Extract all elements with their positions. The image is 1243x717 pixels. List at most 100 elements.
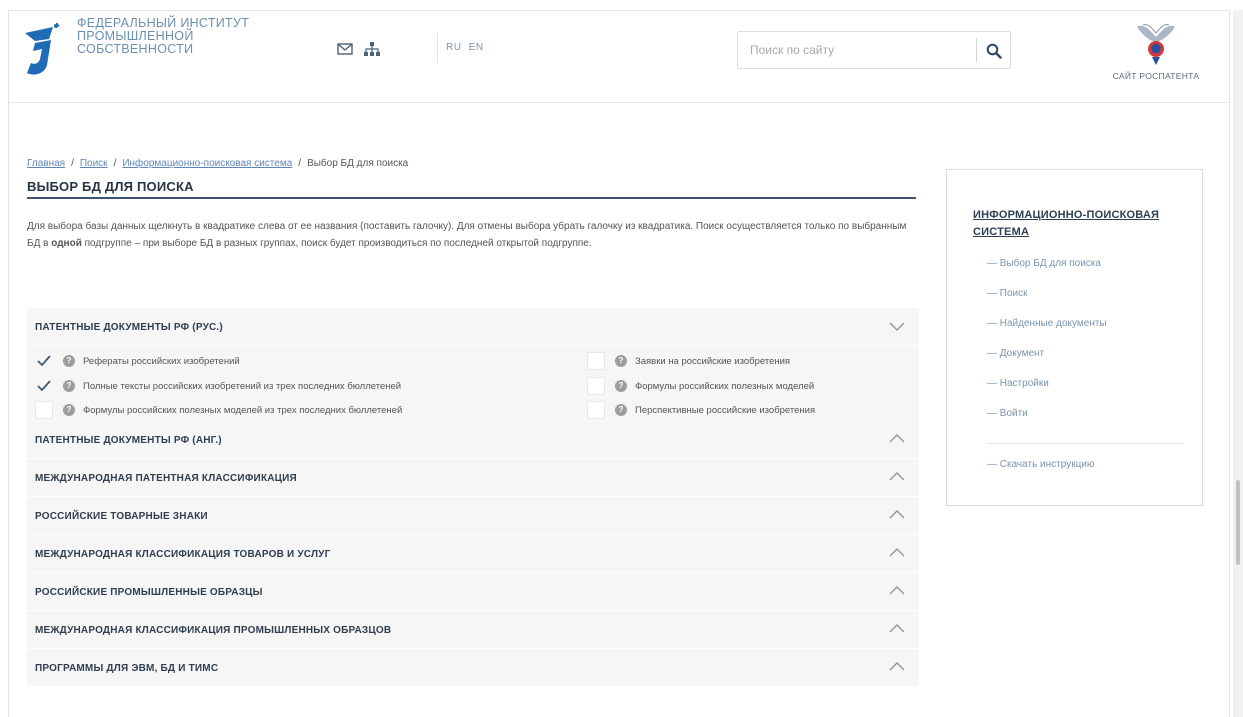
chevron-up-icon[interactable] (889, 471, 905, 483)
help-icon[interactable]: ? (63, 404, 75, 416)
section-title: РОССИЙСКИЕ ПРОМЫШЛЕННЫЕ ОБРАЗЦЫ (35, 587, 263, 598)
lang-ru-link[interactable]: RU (446, 42, 461, 53)
sidebar-list: — Выбор БД для поиска — Поиск — Найденны… (987, 257, 1107, 437)
org-name-line-3: СОБСТВЕННОСТИ (77, 42, 194, 56)
section-title: ПАТЕНТНЫЕ ДОКУМЕНТЫ РФ (РУС.) (35, 322, 223, 333)
breadcrumb-ips-link[interactable]: Информационно-поисковая система (122, 158, 292, 169)
rospatent-link[interactable]: САЙТ РОСПАТЕНТА (1097, 19, 1215, 99)
section-header[interactable]: РОССИЙСКИЕ ПРОМЫШЛЕННЫЕ ОБРАЗЦЫ (27, 573, 919, 611)
sidebar-item-found-docs[interactable]: — Найденные документы (987, 317, 1107, 347)
site-header: ФЕДЕРАЛЬНЫЙ ИНСТИТУТ ПРОМЫШЛЕННОЙ СОБСТВ… (9, 11, 1229, 103)
sidebar-divider (987, 443, 1183, 444)
check-icon (37, 380, 51, 392)
db-item[interactable]: ? Формулы российских полезных моделей из… (35, 401, 402, 419)
db-item-label: Формулы российских полезных моделей из т… (83, 404, 403, 416)
checkbox-unchecked[interactable] (587, 352, 605, 370)
section-title: МЕЖДУНАРОДНАЯ КЛАССИФИКАЦИЯ ПРОМЫШЛЕННЫХ… (35, 625, 392, 636)
help-icon[interactable]: ? (63, 355, 75, 367)
breadcrumb-current: Выбор БД для поиска (307, 158, 409, 169)
search-input[interactable] (738, 32, 970, 68)
db-item[interactable]: ? Перспективные российские изобретения (587, 401, 815, 419)
intro-part-2: подгруппе – при выборе БД в разных групп… (81, 238, 592, 249)
site-search (737, 31, 1011, 69)
chevron-up-icon[interactable] (889, 433, 905, 445)
checkbox-checked[interactable] (35, 377, 53, 395)
section-header[interactable]: ПРОГРАММЫ ДЛЯ ЭВМ, БД И ТИМС (27, 649, 919, 687)
db-item-label: Формулы российских полезных моделей (635, 380, 815, 392)
sidebar-item-search[interactable]: — Поиск (987, 287, 1107, 317)
intro-bold: одной (51, 238, 82, 249)
language-switcher: RU EN (446, 42, 488, 53)
breadcrumb: Главная / Поиск / Информационно-поисковая си… (27, 158, 409, 169)
chevron-up-icon[interactable] (889, 585, 905, 597)
sidebar-item-db-select[interactable]: — Выбор БД для поиска (987, 257, 1107, 287)
section-title: МЕЖДУНАРОДНАЯ ПАТЕНТНАЯ КЛАССИФИКАЦИЯ (35, 473, 297, 484)
checkbox-unchecked[interactable] (35, 401, 53, 419)
chevron-up-icon[interactable] (889, 509, 905, 521)
breadcrumb-home-link[interactable]: Главная (27, 158, 65, 169)
checkbox-unchecked[interactable] (587, 377, 605, 395)
db-item-label: Заявки на российские изобретения (635, 355, 791, 367)
sidebar-title-link[interactable]: ИНФОРМАЦИОННО-ПОИСКОВАЯ СИСТЕМА (973, 207, 1183, 241)
section-title: ПАТЕНТНЫЕ ДОКУМЕНТЫ РФ (АНГ.) (35, 435, 222, 446)
chevron-down-icon[interactable] (889, 320, 905, 332)
section-locarno-classification: МЕЖДУНАРОДНАЯ КЛАССИФИКАЦИЯ ПРОМЫШЛЕННЫХ… (27, 611, 919, 649)
section-title: МЕЖДУНАРОДНАЯ КЛАССИФИКАЦИЯ ТОВАРОВ И УС… (35, 549, 331, 560)
section-header[interactable]: ПАТЕНТНЫЕ ДОКУМЕНТЫ РФ (АНГ.) (27, 421, 919, 459)
db-item-label: Перспективные российские изобретения (635, 404, 816, 416)
fips-logo[interactable] (23, 23, 65, 77)
section-header[interactable]: МЕЖДУНАРОДНАЯ ПАТЕНТНАЯ КЛАССИФИКАЦИЯ (27, 459, 919, 497)
section-header[interactable]: РОССИЙСКИЕ ТОВАРНЫЕ ЗНАКИ (27, 497, 919, 535)
lang-en-link[interactable]: EN (469, 42, 484, 53)
sidebar-item-settings[interactable]: — Настройки (987, 377, 1107, 407)
search-icon (986, 43, 1002, 59)
section-title: РОССИЙСКИЕ ТОВАРНЫЕ ЗНАКИ (35, 511, 208, 522)
db-item[interactable]: ? Рефераты российских изобретений (35, 352, 240, 370)
sidebar-download-instructions[interactable]: — Скачать инструкцию (987, 459, 1094, 470)
db-accordion: ПАТЕНТНЫЕ ДОКУМЕНТЫ РФ (РУС.) ? Рефераты… (27, 308, 919, 687)
section-patent-rf-eng: ПАТЕНТНЫЕ ДОКУМЕНТЫ РФ (АНГ.) (27, 421, 919, 459)
sidebar-item-login[interactable]: — Войти (987, 407, 1107, 437)
help-icon[interactable]: ? (615, 380, 627, 392)
db-item-label: Полные тексты российских изобретений из … (83, 380, 402, 392)
lang-divider (437, 33, 438, 63)
checkbox-unchecked[interactable] (587, 401, 605, 419)
scrollbar-thumb[interactable] (1236, 480, 1240, 565)
page-frame: ФЕДЕРАЛЬНЫЙ ИНСТИТУТ ПРОМЫШЛЕННОЙ СОБСТВ… (8, 10, 1230, 717)
rospatent-emblem-icon (1137, 24, 1175, 65)
checkbox-checked[interactable] (35, 352, 53, 370)
mail-icon[interactable] (336, 41, 354, 57)
search-divider (976, 38, 977, 62)
chevron-up-icon[interactable] (889, 547, 905, 559)
scrollbar-track[interactable] (1233, 10, 1243, 717)
section-industrial-designs: РОССИЙСКИЕ ПРОМЫШЛЕННЫЕ ОБРАЗЦЫ (27, 573, 919, 611)
help-icon[interactable]: ? (63, 380, 75, 392)
section-header[interactable]: МЕЖДУНАРОДНАЯ КЛАССИФИКАЦИЯ ТОВАРОВ И УС… (27, 535, 919, 573)
db-item[interactable]: ? Заявки на российские изобретения (587, 352, 790, 370)
breadcrumb-search-link[interactable]: Поиск (80, 158, 108, 169)
chevron-up-icon[interactable] (889, 661, 905, 673)
db-item[interactable]: ? Полные тексты российских изобретений и… (35, 377, 401, 395)
title-underline (27, 197, 916, 199)
section-software-db-tims: ПРОГРАММЫ ДЛЯ ЭВМ, БД И ТИМС (27, 649, 919, 687)
section-nice-classification: МЕЖДУНАРОДНАЯ КЛАССИФИКАЦИЯ ТОВАРОВ И УС… (27, 535, 919, 573)
help-icon[interactable]: ? (615, 404, 627, 416)
section-ipc: МЕЖДУНАРОДНАЯ ПАТЕНТНАЯ КЛАССИФИКАЦИЯ (27, 459, 919, 497)
intro-text: Для выбора базы данных щелкнуть в квадра… (27, 218, 919, 252)
help-icon[interactable]: ? (615, 355, 627, 367)
section-trademarks: РОССИЙСКИЕ ТОВАРНЫЕ ЗНАКИ (27, 497, 919, 535)
section-header[interactable]: ПАТЕНТНЫЕ ДОКУМЕНТЫ РФ (РУС.) (27, 308, 919, 346)
sidebar-nav: ИНФОРМАЦИОННО-ПОИСКОВАЯ СИСТЕМА — Выбор … (946, 169, 1203, 506)
section-title: ПРОГРАММЫ ДЛЯ ЭВМ, БД И ТИМС (35, 663, 219, 674)
db-item-label: Рефераты российских изобретений (83, 355, 240, 367)
org-name[interactable]: ФЕДЕРАЛЬНЫЙ ИНСТИТУТ ПРОМЫШЛЕННОЙ СОБСТВ… (77, 17, 277, 56)
section-header[interactable]: МЕЖДУНАРОДНАЯ КЛАССИФИКАЦИЯ ПРОМЫШЛЕННЫХ… (27, 611, 919, 649)
sitemap-icon[interactable] (363, 41, 381, 57)
page-title: ВЫБОР БД ДЛЯ ПОИСКА (27, 179, 194, 194)
check-icon (37, 355, 51, 367)
rospatent-label: САЙТ РОСПАТЕНТА (1112, 71, 1200, 81)
sidebar-item-document[interactable]: — Документ (987, 347, 1107, 377)
chevron-up-icon[interactable] (889, 623, 905, 635)
db-item[interactable]: ? Формулы российских полезных моделей (587, 377, 814, 395)
search-button[interactable] (981, 38, 1007, 64)
